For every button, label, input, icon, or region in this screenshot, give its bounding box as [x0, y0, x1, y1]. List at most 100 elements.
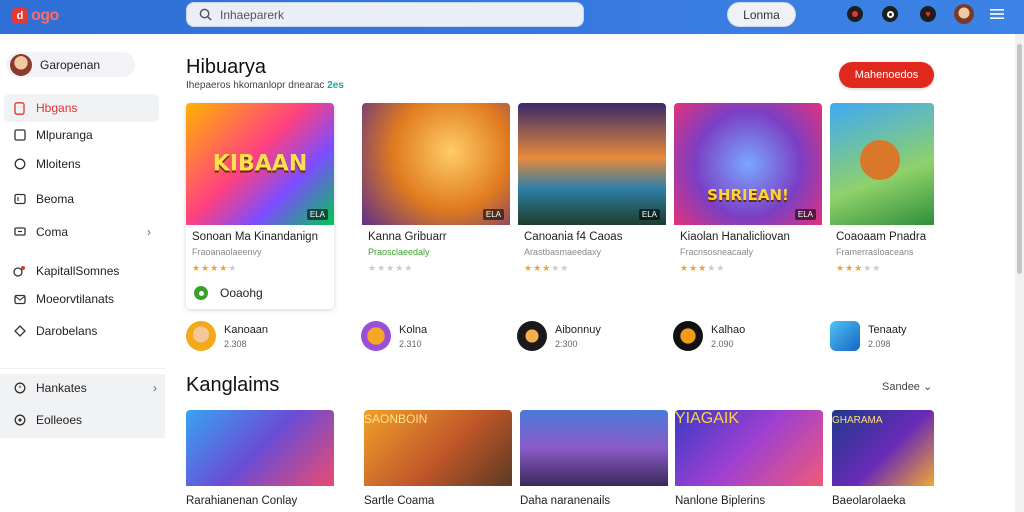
card-title: Coaoaam Pnadra [836, 231, 927, 243]
app-name: Kanoaan [224, 323, 269, 336]
card-status[interactable]: Ooaohg [194, 286, 263, 300]
sidebar-item-mlpuranga[interactable]: Mlpuranga [4, 121, 159, 149]
app-logo[interactable]: d ogo [12, 7, 59, 25]
sidebar-item-kapitallsomnes[interactable]: KapitallSomnes [4, 257, 159, 285]
thumbnail-art-text: YIAGAIK [675, 410, 740, 427]
sidebar-item-label: Darobelans [36, 324, 98, 338]
game-thumbnail: SHRIEAN! ELA [674, 103, 822, 225]
card-title: Rarahianenan Conlay [186, 495, 298, 507]
app-item[interactable]: Kalhao 2.090 [673, 321, 745, 351]
sidebar-item-mloitens[interactable]: Mloitens [4, 150, 159, 178]
game-card[interactable]: ELA Canoania f4 Caoas Arastbasmaeedaxy ★… [518, 103, 666, 309]
section-subtitle: Ihepaeros hkomanlopr dnearac 2es [186, 80, 344, 91]
app-count: 2.090 [711, 338, 734, 349]
logo-text: ogo [31, 7, 59, 24]
app-count: 2:300 [555, 338, 578, 349]
dark-round-icon[interactable] [847, 6, 863, 22]
scrollbar-thumb[interactable] [1017, 44, 1022, 274]
game-card[interactable]: SHRIEAN! ELA Kiaolan Hanalicliovan Fracn… [674, 103, 822, 309]
game-thumbnail: KIBAAN ELA [186, 103, 334, 225]
thumbnail-art-text: SHRIEAN! [707, 185, 789, 204]
game-thumbnail [186, 410, 334, 486]
game-card[interactable]: KIBAAN ELA Sonoan Ma Kinandanign Fraoana… [186, 103, 334, 309]
sidebar-item-label: Beoma [36, 192, 75, 206]
app-icon [830, 321, 860, 351]
card-subtitle: Praosclaeedaly [368, 247, 430, 257]
avatar [10, 53, 32, 76]
star-rating: ★★★★★ [192, 263, 238, 273]
game-card[interactable]: Daha naranenails [520, 410, 668, 507]
card-subtitle: Fraoanaolaeenvy [192, 247, 262, 257]
sidebar-item-coma[interactable]: Coma › [4, 218, 159, 246]
settings-icon [13, 414, 26, 427]
game-thumbnail [830, 103, 934, 225]
app-name: Tenaaty [868, 323, 907, 336]
tablet-icon [13, 129, 26, 142]
sidebar-item-darobelans[interactable]: Darobelans [4, 317, 159, 345]
profile-name: Garopenan [40, 57, 101, 72]
game-card[interactable]: SAONBOIN Sartle Coama [364, 410, 512, 507]
game-thumbnail: GHARAMA [832, 410, 934, 486]
profile-chip[interactable]: Garopenan [6, 52, 135, 77]
card-subtitle: Fracnsosneacaaly [680, 247, 754, 257]
sidebar-item-label: Eolleoes [36, 413, 83, 427]
camera-icon[interactable] [882, 6, 898, 22]
hamburger-menu-icon[interactable] [989, 6, 1005, 22]
status-dot-icon [194, 286, 208, 300]
search-bar[interactable] [186, 2, 584, 27]
chat-icon [13, 158, 26, 171]
thumbnail-art-text: GHARAMA [832, 415, 883, 426]
app-icon [186, 321, 216, 351]
sidebar-item-hankates[interactable]: Hankates › [0, 374, 165, 402]
game-card[interactable]: GHARAMA Baeolarolaeka [832, 410, 934, 507]
game-card[interactable]: ELA Kanna Gribuarr Praosclaeedaly ★★★★★ [362, 103, 510, 309]
thumbnail-art-text: KIBAAN [212, 151, 308, 177]
star-rating: ★★★★★ [368, 263, 414, 273]
sidebar-item-moeorvtilanats[interactable]: Moeorvtilanats [4, 285, 159, 313]
game-thumbnail [520, 410, 668, 486]
sort-label: Sandee [882, 381, 920, 393]
heart-badge-icon[interactable]: ♥ [920, 6, 936, 22]
star-rating: ★★★★★ [680, 263, 726, 273]
app-count: 2.310 [399, 338, 422, 349]
card-title: Daha naranenails [520, 495, 611, 507]
search-input[interactable] [220, 7, 540, 22]
age-badge: ELA [794, 209, 816, 220]
game-thumbnail: ELA [362, 103, 510, 225]
sidebar-item-eolleoes[interactable]: Eolleoes [0, 402, 165, 438]
thumbnail-art-text: SAONBOIN [364, 412, 428, 426]
card-title: Kiaolan Hanalicliovan [680, 231, 790, 243]
sidebar-divider [0, 368, 165, 369]
chevron-down-icon: ⌄ [923, 381, 933, 393]
game-thumbnail: YIAGAIK [675, 410, 823, 486]
app-item[interactable]: Kanoaan 2.308 [186, 321, 268, 351]
app-name: Kalhao [711, 323, 746, 336]
user-avatar-icon[interactable] [954, 4, 974, 24]
sidebar-item-label: Hankates [36, 381, 87, 395]
app-item[interactable]: Tenaaty 2.098 [830, 321, 907, 351]
sidebar-item-label: Hbgans [36, 101, 78, 115]
app-count: 2.308 [224, 338, 247, 349]
card-title: Sartle Coama [364, 495, 435, 507]
gamepad-icon [13, 265, 26, 278]
sort-dropdown[interactable]: Sandee ⌄ [882, 380, 932, 393]
sidebar-item-hbgans[interactable]: Hbgans [4, 94, 159, 122]
primary-action-button[interactable]: Mahenoedos [839, 62, 934, 88]
game-card[interactable]: Coaoaam Pnadra Framerrasloaceans ★★★★★ [830, 103, 934, 309]
section-title: Hibuarya [186, 56, 267, 78]
tag-icon [13, 325, 26, 338]
card-title: Kanna Gribuarr [368, 231, 447, 243]
sidebar-item-label: Mlpuranga [36, 128, 93, 142]
app-count: 2.098 [868, 338, 891, 349]
sidebar-item-label: KapitallSomnes [36, 264, 120, 278]
card-status-label: Ooaohg [220, 286, 263, 300]
game-card[interactable]: Rarahianenan Conlay [186, 410, 334, 507]
sidebar-item-beoma[interactable]: Beoma [4, 185, 159, 213]
game-card[interactable]: YIAGAIK Nanlone Biplerins [675, 410, 823, 507]
app-item[interactable]: Kolna 2.310 [361, 321, 427, 351]
app-item[interactable]: Aibonnuy 2:300 [517, 321, 601, 351]
scrollbar[interactable] [1015, 34, 1024, 512]
section-subtitle-accent: 2es [327, 80, 344, 91]
logo-mark-icon: d [12, 8, 28, 24]
header-button[interactable]: Lonma [727, 2, 796, 27]
